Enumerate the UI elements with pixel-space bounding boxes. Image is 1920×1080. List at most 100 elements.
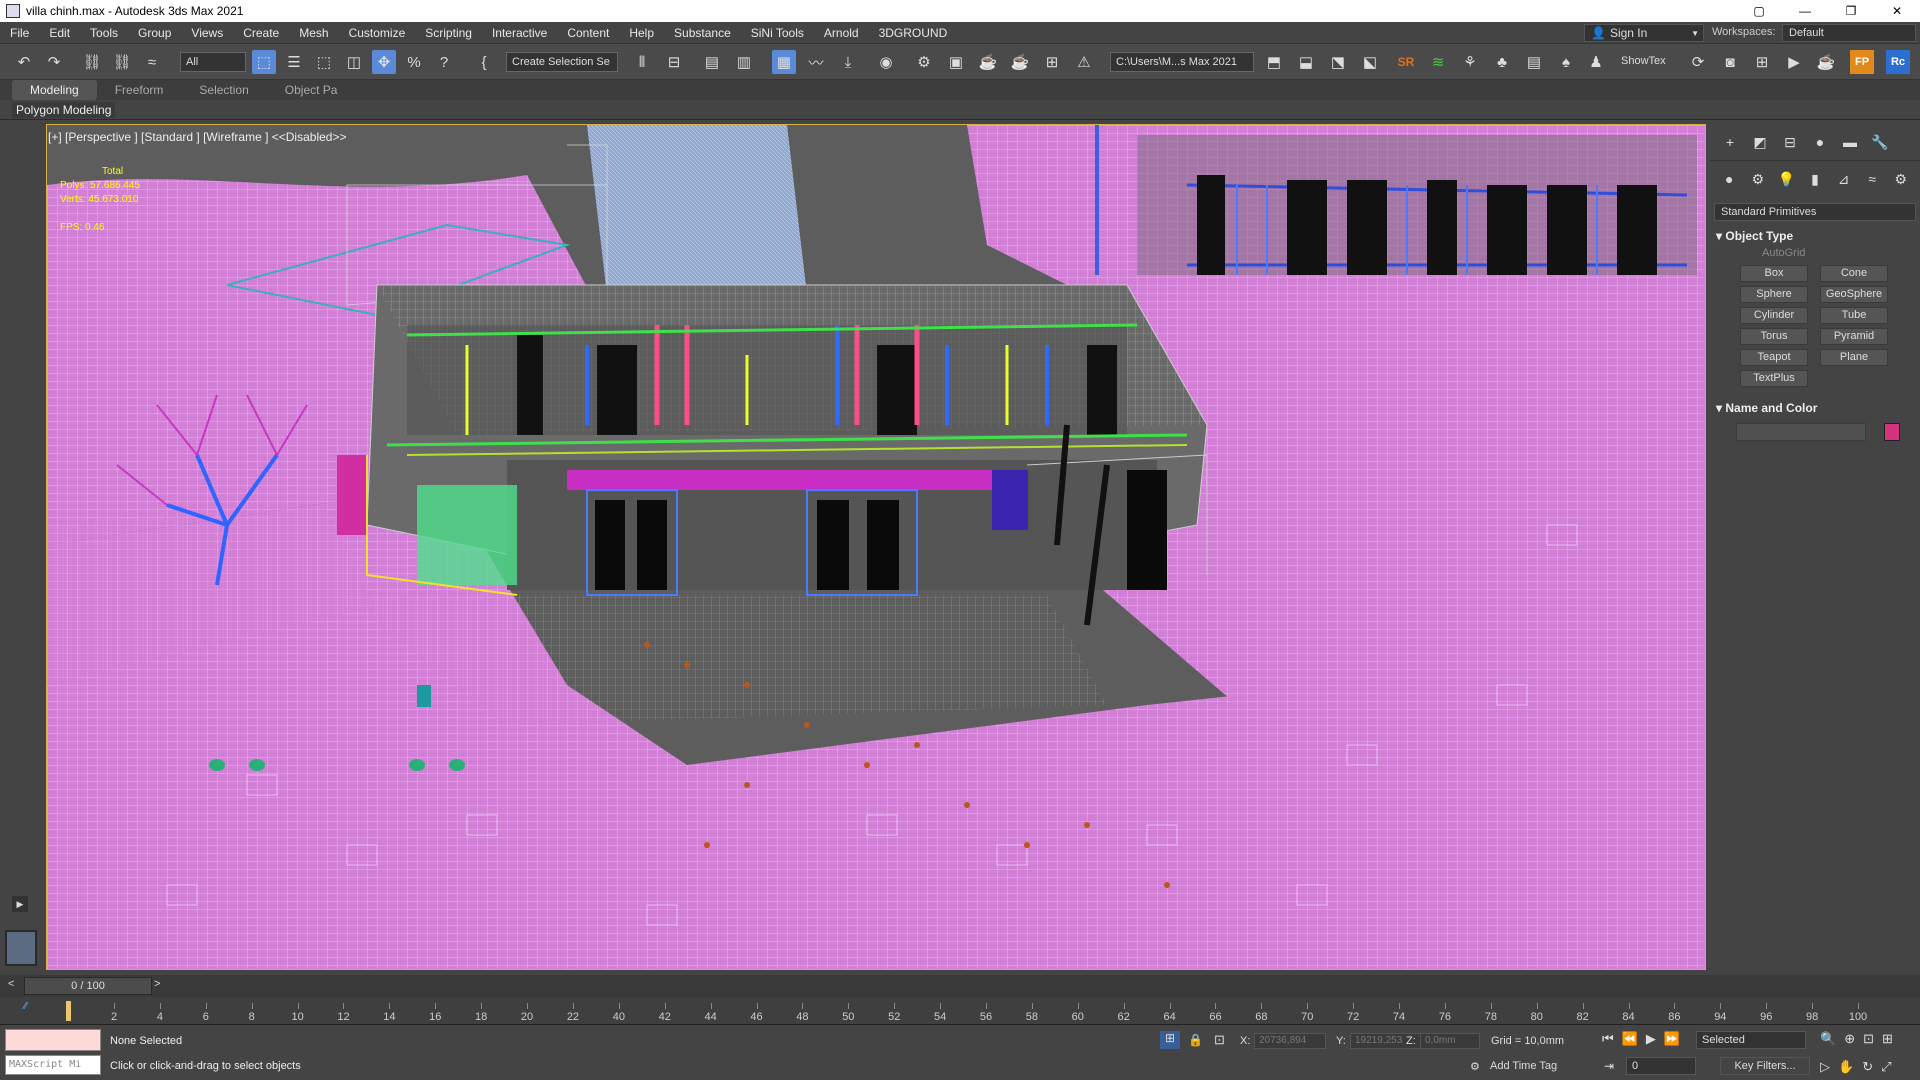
render-iterative-icon[interactable]: ☕	[1008, 50, 1032, 74]
restore-icon[interactable]: ❐	[1828, 0, 1874, 22]
spacewarps-icon[interactable]: ≈	[1863, 169, 1882, 189]
pyramid-button[interactable]: Pyramid	[1820, 328, 1888, 345]
track-bar-icon[interactable]: ⁄⁄	[24, 1001, 27, 1012]
geometry-icon[interactable]: ●	[1720, 169, 1739, 189]
edit-named-sel-icon[interactable]: {	[472, 50, 496, 74]
sini-icon[interactable]: ⚘	[1458, 50, 1482, 74]
forest-icon[interactable]: ♣	[1490, 50, 1514, 74]
isolate-icon[interactable]: ⊞	[1160, 1031, 1180, 1049]
key-mode-icon[interactable]: ⇥	[1604, 1059, 1614, 1073]
zoom-icon[interactable]: 🔍	[1820, 1031, 1836, 1047]
tool-a-icon[interactable]: ⬒	[1262, 50, 1286, 74]
menu-edit[interactable]: Edit	[39, 22, 80, 44]
undo-icon[interactable]: ↶	[12, 50, 36, 74]
list-icon[interactable]: ▤	[1522, 50, 1546, 74]
menu-group[interactable]: Group	[128, 22, 181, 44]
primitive-category-select[interactable]: Standard Primitives	[1714, 203, 1916, 221]
autogrid-checkbox[interactable]: AutoGrid	[1762, 247, 1920, 259]
z-coordinate-field[interactable]: 0,0mm	[1420, 1033, 1480, 1049]
rect-selection-icon[interactable]: ⬚	[312, 50, 336, 74]
curve-editor-icon[interactable]: 〰	[804, 50, 828, 74]
name-color-rollout[interactable]: ▾ Name and Color	[1716, 401, 1914, 415]
object-color-swatch[interactable]	[1884, 423, 1900, 441]
lock-icon[interactable]: 🔒	[1188, 1033, 1203, 1047]
time-marker[interactable]	[66, 1001, 71, 1021]
tool-c-icon[interactable]: ⬔	[1326, 50, 1350, 74]
menu-create[interactable]: Create	[233, 22, 289, 44]
tool-d-icon[interactable]: ⬕	[1358, 50, 1382, 74]
sr-icon[interactable]: SR	[1394, 50, 1418, 74]
textplus-button[interactable]: TextPlus	[1740, 370, 1808, 387]
layers-icon[interactable]: ≋	[1426, 50, 1450, 74]
menu-substance[interactable]: Substance	[664, 22, 741, 44]
teapot-icon[interactable]: ☕	[1814, 50, 1838, 74]
sign-in-button[interactable]: 👤 Sign In ▼	[1584, 24, 1704, 42]
warning-icon[interactable]: ⚠	[1072, 50, 1096, 74]
render-icon[interactable]: ☕	[976, 50, 1000, 74]
schematic-view-icon[interactable]: ⤓	[836, 50, 860, 74]
scene-explorer-icon[interactable]: ▤	[700, 50, 724, 74]
shapes-icon[interactable]: ⚙	[1749, 169, 1768, 189]
menu-content[interactable]: Content	[557, 22, 619, 44]
menu-tools[interactable]: Tools	[80, 22, 128, 44]
x-coordinate-field[interactable]: 20736,894	[1254, 1033, 1326, 1049]
next-key-icon[interactable]: ⏩	[1664, 1031, 1680, 1047]
workspace-select[interactable]: Default	[1782, 24, 1916, 42]
absolute-mode-icon[interactable]: ⊡	[1214, 1032, 1225, 1048]
maximize-viewport-icon[interactable]: ⤢	[1881, 1059, 1891, 1075]
render-region-icon[interactable]: ⊞	[1040, 50, 1064, 74]
minimize-icon[interactable]: —	[1782, 0, 1828, 22]
menu-sini-tools[interactable]: SiNi Tools	[741, 22, 814, 44]
selection-filter[interactable]: All	[180, 52, 246, 72]
rc-icon[interactable]: Rc	[1886, 50, 1910, 74]
expand-arrow-icon[interactable]: ▶	[12, 896, 28, 912]
quick-icon[interactable]: ▢	[1736, 0, 1782, 22]
percent-snap-icon[interactable]: %	[402, 50, 426, 74]
zoom-all-icon[interactable]: ⊕	[1844, 1031, 1855, 1047]
layer-explorer-icon[interactable]: ▥	[732, 50, 756, 74]
selection-set-select[interactable]: Create Selection Se	[506, 52, 618, 72]
spinner-snap-icon[interactable]: ?	[432, 50, 456, 74]
close-icon[interactable]: ✕	[1874, 0, 1920, 22]
key-filters-button[interactable]: Key Filters...	[1720, 1057, 1810, 1075]
project-path-select[interactable]: C:\Users\M...s Max 2021	[1110, 52, 1254, 72]
orbit-icon[interactable]: ↻	[1862, 1059, 1873, 1075]
next-frame-icon[interactable]: >	[154, 978, 160, 990]
viewport-label[interactable]: [+] [Perspective ] [Standard ] [Wirefram…	[48, 130, 346, 144]
pin-icon[interactable]: ♟	[1584, 50, 1608, 74]
fov-icon[interactable]: ▷	[1820, 1059, 1830, 1075]
cameras-icon[interactable]: ▮	[1806, 169, 1825, 189]
goto-start-icon[interactable]: ⏮	[1602, 1031, 1614, 1047]
menu-interactive[interactable]: Interactive	[482, 22, 557, 44]
tube-button[interactable]: Tube	[1820, 307, 1888, 324]
viewport-thumb[interactable]	[5, 930, 37, 966]
object-type-rollout[interactable]: ▾ Object Type	[1716, 229, 1914, 243]
create-tab-icon[interactable]: +	[1720, 132, 1740, 152]
zoom-extents-all-icon[interactable]: ⊞	[1882, 1031, 1893, 1047]
menu-arnold[interactable]: Arnold	[814, 22, 869, 44]
pan-icon[interactable]: ✋	[1838, 1059, 1854, 1075]
link-icon[interactable]: ⛓	[80, 50, 104, 74]
rendered-frame-icon[interactable]: ▣	[944, 50, 968, 74]
key-mode-select[interactable]: Selected	[1696, 1031, 1806, 1049]
menu-scripting[interactable]: Scripting	[415, 22, 482, 44]
unlink-icon[interactable]: ⛓	[110, 50, 134, 74]
select-by-name-icon[interactable]: ☰	[282, 50, 306, 74]
menu-file[interactable]: File	[0, 22, 39, 44]
torus-button[interactable]: Torus	[1740, 328, 1808, 345]
bind-spacewarp-icon[interactable]: ≈	[140, 50, 164, 74]
grid-icon[interactable]: ⊞	[1750, 50, 1774, 74]
menu-mesh[interactable]: Mesh	[289, 22, 338, 44]
material-editor-icon[interactable]: ◉	[874, 50, 898, 74]
cycle-icon[interactable]: ⟳	[1686, 50, 1710, 74]
tool-b-icon[interactable]: ⬓	[1294, 50, 1318, 74]
track-bar[interactable]: ⁄⁄ 2 4 6 8 10 12 14 16 18 20 22 40 42 44 46 48 50 52 54 56 5…	[0, 997, 1920, 1025]
cone-button[interactable]: Cone	[1820, 265, 1888, 282]
mirror-icon[interactable]: ⫴	[630, 50, 654, 74]
polygon-modeling-button[interactable]: Polygon Modeling	[12, 102, 116, 118]
add-time-tag[interactable]: Add Time Tag	[1490, 1060, 1557, 1072]
plane-button[interactable]: Plane	[1820, 349, 1888, 366]
maxscript-listener[interactable]	[5, 1029, 101, 1051]
lights-icon[interactable]: 💡	[1777, 169, 1796, 189]
menu-3dground[interactable]: 3DGROUND	[869, 22, 958, 44]
